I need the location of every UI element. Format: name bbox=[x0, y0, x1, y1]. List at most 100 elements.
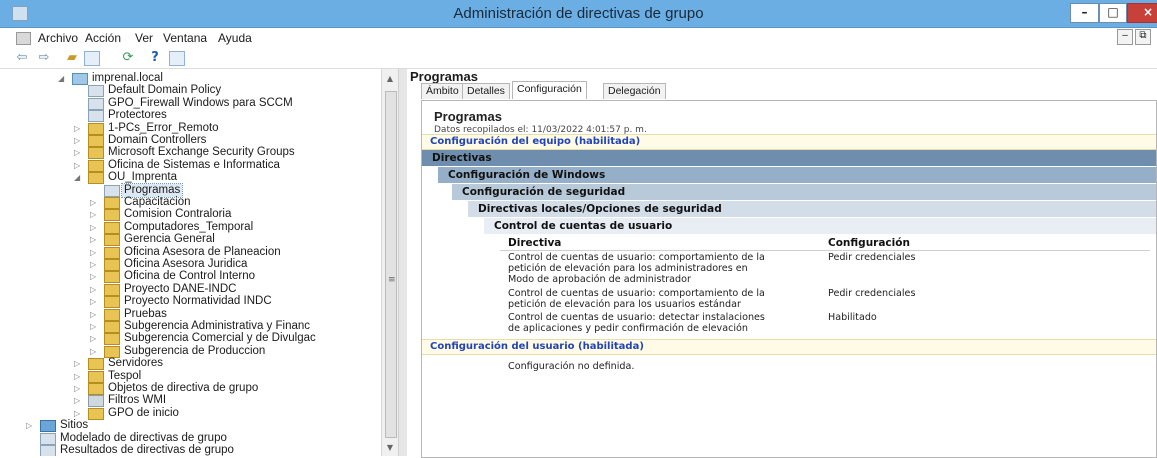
tree-node[interactable]: ▷ GPO de inicio bbox=[0, 407, 381, 420]
collapsed-arrow-icon[interactable]: ▷ bbox=[90, 332, 98, 345]
collapsed-arrow-icon[interactable]: ▷ bbox=[90, 320, 98, 333]
tree-node[interactable]: ▷ Proyecto DANE-INDC bbox=[0, 283, 381, 296]
tab-detalles[interactable]: Detalles bbox=[462, 83, 510, 99]
tree-node[interactable]: Modelado de directivas de grupo bbox=[0, 432, 381, 445]
help-icon[interactable]: ? bbox=[147, 50, 163, 65]
computer-config-link[interactable]: Configuración del equipo (habilitada) bbox=[430, 135, 640, 149]
tree-node[interactable]: ▷ Servidores bbox=[0, 357, 381, 371]
tree-node[interactable]: ▷ Tespol bbox=[0, 370, 381, 383]
heading-control-cuentas[interactable]: Control de cuentas de usuario bbox=[484, 218, 1156, 234]
collapsed-arrow-icon[interactable]: ▷ bbox=[90, 221, 98, 234]
tree-node-label: Default Domain Policy bbox=[108, 84, 222, 97]
menu-ver[interactable]: Ver bbox=[135, 31, 153, 45]
tree-node-label: Pruebas bbox=[124, 307, 167, 320]
scroll-up-arrow-icon[interactable]: ▲ bbox=[384, 73, 396, 85]
tree-node[interactable]: Protectores bbox=[0, 109, 381, 123]
collapsed-arrow-icon[interactable]: ▷ bbox=[74, 122, 82, 135]
refresh-icon[interactable]: ⟳ bbox=[120, 50, 136, 65]
mdi-restore-button[interactable]: ⧉ bbox=[1135, 29, 1151, 45]
toolbar: ⇦ ⇨ ▰ ⟳ ? bbox=[0, 48, 1157, 69]
tree-node[interactable]: ▷ Oficina de Control Interno bbox=[0, 270, 381, 284]
heading-directivas-locales[interactable]: Directivas locales/Opciones de seguridad bbox=[468, 201, 1156, 217]
tree-node[interactable]: ▷ 1-PCs_Error_Remoto bbox=[0, 122, 381, 135]
mdi-minimize-button[interactable]: – bbox=[1117, 29, 1133, 45]
collapsed-arrow-icon[interactable]: ▷ bbox=[74, 134, 82, 147]
tree-node[interactable]: ▷ Microsoft Exchange Security Groups bbox=[0, 146, 381, 160]
show-tree-icon[interactable] bbox=[84, 51, 100, 66]
ou-folder-icon bbox=[104, 197, 120, 209]
tree-node[interactable]: ▷ Comision Contraloria bbox=[0, 208, 381, 222]
menu-archivo[interactable]: Archivo bbox=[38, 31, 78, 45]
tree-node[interactable]: ▷ Proyecto Normatividad INDC bbox=[0, 295, 381, 309]
collapsed-arrow-icon[interactable]: ▷ bbox=[90, 246, 98, 259]
collapsed-arrow-icon[interactable]: ▷ bbox=[74, 407, 82, 420]
tree-node[interactable]: ▷ Computadores_Temporal bbox=[0, 221, 381, 234]
tree-node[interactable]: ▷ Oficina Asesora Juridica bbox=[0, 258, 381, 271]
collapsed-arrow-icon[interactable]: ▷ bbox=[90, 208, 98, 221]
tree-node[interactable]: ◢ OU_Imprenta bbox=[0, 171, 381, 185]
tab-configuracion[interactable]: Configuración bbox=[512, 81, 587, 99]
up-folder-icon[interactable]: ▰ bbox=[64, 50, 80, 65]
collapsed-arrow-icon[interactable]: ▷ bbox=[74, 159, 82, 172]
computer-config-section[interactable]: Configuración del equipo (habilitada) bbox=[422, 134, 1156, 150]
collapsed-arrow-icon[interactable]: ▷ bbox=[74, 357, 82, 370]
forward-arrow-icon[interactable]: ⇨ bbox=[36, 50, 52, 65]
tab-ambito[interactable]: Ámbito bbox=[421, 83, 464, 99]
close-button[interactable]: × bbox=[1127, 3, 1157, 23]
heading-configuracion-windows[interactable]: Configuración de Windows bbox=[438, 167, 1156, 183]
tree-node[interactable]: Resultados de directivas de grupo bbox=[0, 444, 381, 456]
maximize-button[interactable]: □ bbox=[1099, 3, 1127, 23]
back-arrow-icon[interactable]: ⇦ bbox=[14, 50, 30, 65]
menu-accion[interactable]: Acción bbox=[85, 31, 121, 45]
expanded-arrow-icon[interactable]: ◢ bbox=[58, 72, 66, 85]
user-config-section[interactable]: Configuración del usuario (habilitada) bbox=[422, 339, 1156, 355]
tree-node[interactable]: ▷ Oficina de Sistemas e Informatica bbox=[0, 159, 381, 172]
collapsed-arrow-icon[interactable]: ▷ bbox=[90, 233, 98, 246]
settings-report: Programas Datos recopilados el: 11/03/20… bbox=[421, 100, 1157, 458]
minimize-button[interactable]: – bbox=[1070, 3, 1099, 23]
collapsed-arrow-icon[interactable]: ▷ bbox=[90, 308, 98, 321]
tree-node[interactable]: ▷ Oficina Asesora de Planeacion bbox=[0, 246, 381, 259]
tree-node[interactable]: Default Domain Policy bbox=[0, 84, 381, 98]
modeling-icon bbox=[40, 432, 56, 445]
tree-node[interactable]: ▷ Domain Controllers bbox=[0, 134, 381, 147]
collapsed-arrow-icon[interactable]: ▷ bbox=[74, 394, 82, 407]
user-config-not-defined: Configuración no definida. bbox=[508, 361, 635, 372]
collapsed-arrow-icon[interactable]: ▷ bbox=[74, 146, 82, 159]
tree-node[interactable]: ▷ Filtros WMI bbox=[0, 394, 381, 408]
tree-node[interactable]: Programas bbox=[0, 182, 381, 198]
collapsed-arrow-icon[interactable]: ▷ bbox=[90, 283, 98, 296]
menu-ayuda[interactable]: Ayuda bbox=[218, 31, 252, 45]
collapsed-arrow-icon[interactable]: ▷ bbox=[90, 270, 98, 283]
user-config-link[interactable]: Configuración del usuario (habilitada) bbox=[430, 340, 644, 354]
scroll-thumb[interactable] bbox=[385, 91, 397, 438]
tree-node[interactable]: ▷ Sitios bbox=[0, 419, 381, 433]
collapsed-arrow-icon[interactable]: ▷ bbox=[90, 295, 98, 308]
collapsed-arrow-icon[interactable]: ▷ bbox=[90, 345, 98, 358]
collapsed-arrow-icon[interactable]: ▷ bbox=[74, 382, 82, 395]
tree-node[interactable]: ▷ Pruebas bbox=[0, 308, 381, 321]
scroll-down-arrow-icon[interactable]: ▼ bbox=[384, 442, 396, 454]
heading-configuracion-seguridad[interactable]: Configuración de seguridad bbox=[452, 184, 1156, 200]
tree-node[interactable]: ▷ Objetos de directiva de grupo bbox=[0, 382, 381, 395]
collapsed-arrow-icon[interactable]: ▷ bbox=[90, 258, 98, 271]
tree-node[interactable]: ▷ Subgerencia Comercial y de Divulgac bbox=[0, 332, 381, 346]
tree-node[interactable]: ▷ Subgerencia Administrativa y Financ bbox=[0, 320, 381, 333]
tree-scrollbar[interactable]: ▲ ≡ ▼ bbox=[381, 69, 399, 456]
tree-node-label: Computadores_Temporal bbox=[124, 220, 254, 233]
collapsed-arrow-icon[interactable]: ▷ bbox=[26, 419, 34, 432]
show-action-pane-icon[interactable] bbox=[169, 51, 185, 66]
tab-delegacion[interactable]: Delegación bbox=[603, 83, 666, 99]
expanded-arrow-icon[interactable]: ◢ bbox=[74, 171, 82, 184]
heading-directivas[interactable]: Directivas bbox=[422, 150, 1156, 166]
collapsed-arrow-icon[interactable]: ▷ bbox=[90, 196, 98, 209]
policy-row-1-setting: Pedir credenciales bbox=[828, 252, 916, 263]
tree-node[interactable]: ▷ Gerencia General bbox=[0, 233, 381, 247]
tree-node[interactable]: ◢ imprenal.local bbox=[0, 72, 381, 85]
tree-node[interactable]: GPO_Firewall Windows para SCCM bbox=[0, 97, 381, 110]
menu-ventana[interactable]: Ventana bbox=[163, 31, 207, 45]
tree-node[interactable]: ▷ Capacitacion bbox=[0, 196, 381, 209]
collapsed-arrow-icon[interactable]: ▷ bbox=[74, 370, 82, 383]
document-icon[interactable] bbox=[16, 32, 31, 45]
tree-node[interactable]: ▷ Subgerencia de Produccion bbox=[0, 345, 381, 358]
